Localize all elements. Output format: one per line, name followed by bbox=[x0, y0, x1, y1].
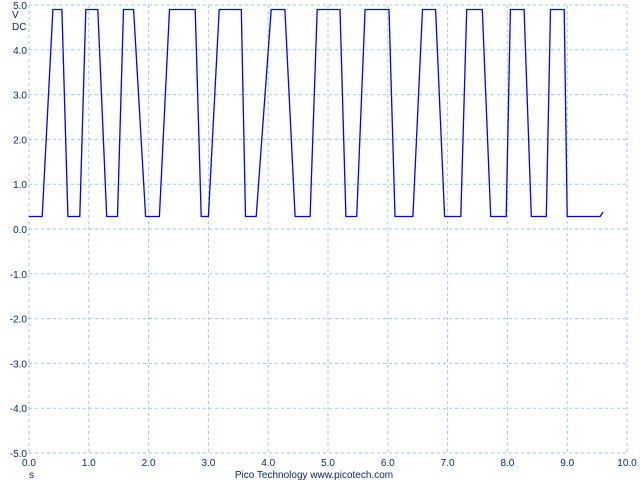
x-tick-label: 4.0 bbox=[261, 458, 275, 469]
y-tick-label: 0.0 bbox=[13, 225, 27, 236]
y-tick-label: 2.0 bbox=[13, 135, 27, 146]
x-tick-label: 7.0 bbox=[441, 458, 455, 469]
footer-credit: Pico Technology www.picotech.com bbox=[235, 470, 393, 480]
x-tick-label: 1.0 bbox=[82, 458, 96, 469]
grid bbox=[28, 4, 628, 454]
x-axis-ticks: 0.0 1.0 2.0 3.0 4.0 5.0 6.0 7.0 8.0 9.0 10.0 bbox=[22, 458, 637, 469]
signal-trace bbox=[29, 8, 604, 218]
trace-layer bbox=[29, 8, 604, 218]
x-unit-label: s bbox=[29, 470, 34, 480]
x-tick-label: 10.0 bbox=[617, 458, 637, 469]
y-tick-label: -1.0 bbox=[10, 270, 28, 281]
x-tick-label: 2.0 bbox=[142, 458, 156, 469]
y-tick-label: 3.0 bbox=[13, 91, 27, 102]
x-tick-label: 3.0 bbox=[201, 458, 215, 469]
y-tick-label: 1.0 bbox=[13, 180, 27, 191]
y-axis-ticks: 5.04.03.02.01.00.0-1.0-2.0-3.0-4.0-5.0 bbox=[10, 1, 28, 460]
x-tick-label: 9.0 bbox=[560, 458, 574, 469]
x-tick-label: 6.0 bbox=[381, 458, 395, 469]
y-tick-label: -3.0 bbox=[10, 359, 28, 370]
x-tick-label: 5.0 bbox=[321, 458, 335, 469]
oscilloscope-chart: 5.04.03.02.01.00.0-1.0-2.0-3.0-4.0-5.0 0… bbox=[10, 1, 637, 480]
x-tick-label: 0.0 bbox=[22, 458, 36, 469]
y-tick-label: 4.0 bbox=[13, 46, 27, 57]
y-unit-label-dc: DC bbox=[12, 22, 26, 33]
y-tick-label: -4.0 bbox=[10, 404, 28, 415]
y-unit-label-v: V bbox=[12, 10, 19, 21]
x-tick-label: 8.0 bbox=[500, 458, 514, 469]
y-tick-label: -2.0 bbox=[10, 315, 28, 326]
